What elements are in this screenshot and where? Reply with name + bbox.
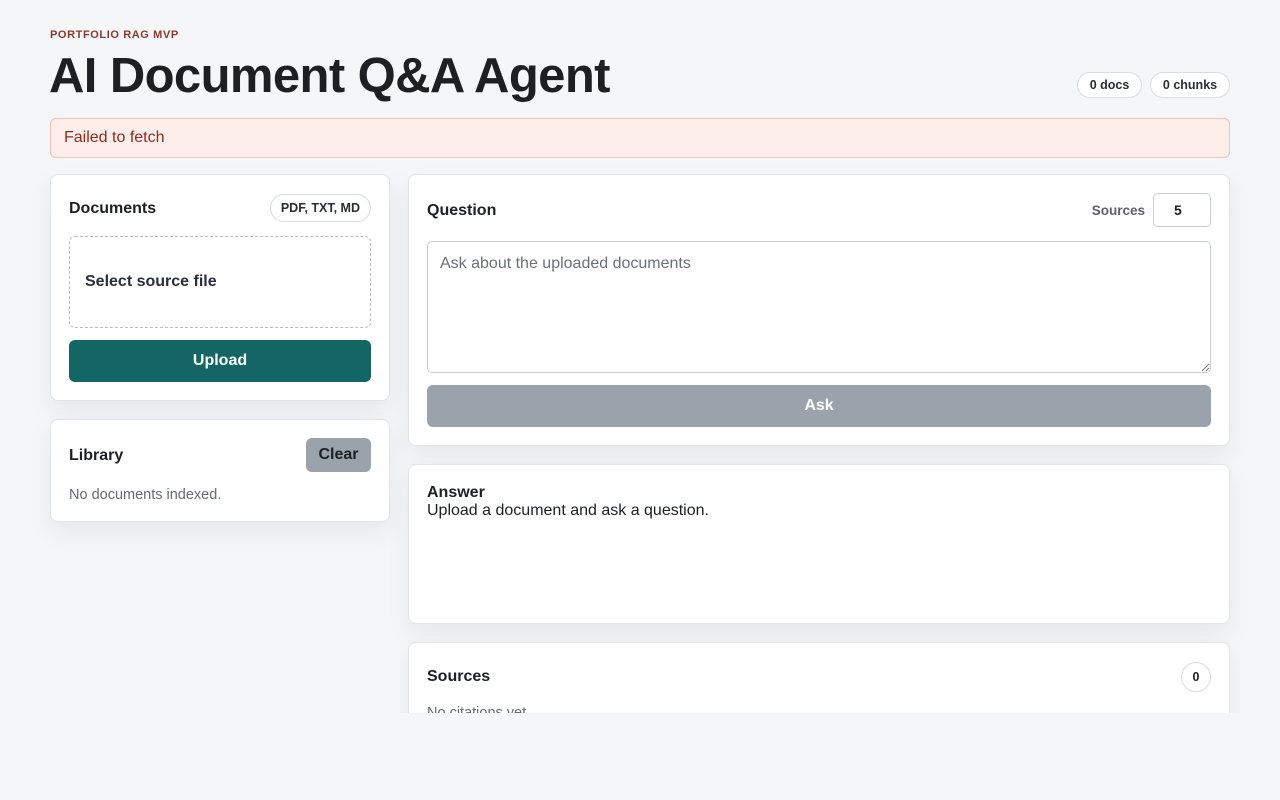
- file-types-badge: PDF, TXT, MD: [269, 194, 371, 222]
- sources-card: Sources 0 No citations yet.: [408, 642, 1230, 713]
- page-title: AI Document Q&A Agent: [49, 49, 610, 103]
- sources-count-input[interactable]: [1153, 193, 1211, 227]
- question-card: Question Sources Ask: [408, 174, 1230, 446]
- upload-button[interactable]: Upload: [69, 340, 371, 382]
- documents-card: Documents PDF, TXT, MD Select source fil…: [50, 174, 390, 401]
- citations-count-badge: 0: [1181, 662, 1211, 692]
- question-title: Question: [427, 202, 497, 219]
- error-alert: Failed to fetch: [50, 118, 1230, 158]
- sources-empty-text: No citations yet.: [427, 705, 531, 713]
- file-dropzone[interactable]: Select source file: [69, 236, 371, 328]
- library-card: Library Clear No documents indexed.: [50, 419, 390, 522]
- eyebrow-label: PORTFOLIO RAG MVP: [50, 29, 179, 41]
- question-input[interactable]: [427, 241, 1211, 373]
- chunks-count-badge: 0 chunks: [1150, 72, 1230, 98]
- documents-title: Documents: [69, 200, 157, 217]
- answer-text: Upload a document and ask a question.: [427, 502, 709, 519]
- clear-button[interactable]: Clear: [306, 438, 371, 472]
- sources-viewport: Sources 0 No citations yet.: [400, 630, 1240, 713]
- answer-card: Answer Upload a document and ask a quest…: [408, 464, 1230, 624]
- sources-count-label: Sources: [1091, 203, 1145, 218]
- dropzone-label: Select source file: [85, 273, 217, 290]
- library-empty-text: No documents indexed.: [69, 487, 222, 503]
- sources-title: Sources: [427, 668, 491, 685]
- docs-count-badge: 0 docs: [1077, 72, 1142, 98]
- ask-button[interactable]: Ask: [427, 385, 1211, 427]
- answer-title: Answer: [427, 484, 485, 501]
- library-title: Library: [69, 447, 124, 464]
